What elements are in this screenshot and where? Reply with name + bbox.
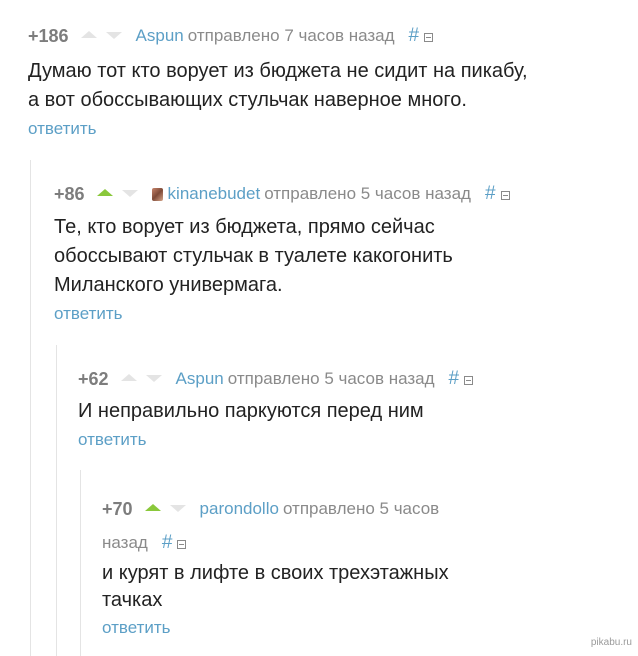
comment-timestamp: отправлено 5 часов назад	[227, 369, 435, 388]
comment: +186 Aspun отправлено 7 часов назад # Ду…	[28, 25, 628, 139]
downvote-icon[interactable]	[145, 374, 162, 382]
comment-rating: +186	[28, 25, 69, 46]
comment-body: и курят в лифте в своих трехэтажных тачк…	[102, 560, 502, 614]
comment-rating: +86	[54, 183, 85, 204]
collapse-icon[interactable]	[177, 539, 187, 549]
comment: +86 kinanebudet отправлено 5 часов назад…	[54, 183, 634, 324]
reply-link[interactable]: ответить	[28, 119, 97, 139]
reply-link[interactable]: ответить	[102, 618, 171, 638]
comment-line: и курят в лифте в своих трехэтажных	[102, 562, 449, 584]
watermark: pikabu.ru	[590, 637, 632, 648]
comment-timestamp-continued: назад	[102, 533, 148, 552]
comment: +70 parondollo отправлено 5 часов назад …	[102, 498, 502, 638]
upvote-icon[interactable]	[96, 188, 113, 196]
comment-body: Думаю тот кто ворует из бюджета не сидит…	[28, 57, 628, 115]
permalink-link[interactable]: #	[162, 532, 173, 554]
thread-line	[56, 345, 57, 656]
collapse-icon[interactable]	[464, 375, 474, 385]
upvote-icon[interactable]	[120, 373, 137, 381]
comment-line: тачках	[102, 589, 163, 611]
comment-body: И неправильно паркуются перед ним	[78, 397, 633, 426]
comment-timestamp: отправлено 5 часов	[282, 499, 440, 518]
upvote-icon[interactable]	[144, 503, 161, 511]
comment-line: Миланского универмага.	[54, 274, 283, 296]
comment-header-continued: назад #	[102, 532, 502, 554]
comment-timestamp: отправлено 5 часов назад	[264, 184, 471, 203]
comment-rating: +62	[78, 368, 109, 389]
comment: +62 Aspun отправлено 5 часов назад # И н…	[78, 368, 633, 450]
comment-author-link[interactable]: kinanebudet	[168, 184, 261, 204]
comment-header: +62 Aspun отправлено 5 часов назад #	[78, 368, 633, 390]
comment-line: Думаю тот кто ворует из бюджета не сидит…	[28, 60, 528, 82]
permalink-link[interactable]: #	[449, 368, 460, 390]
comment-line: обоссывают стульчак в туалете какогонить	[54, 245, 453, 267]
comment-timestamp: отправлено 7 часов назад	[187, 26, 395, 45]
collapse-icon[interactable]	[424, 32, 434, 42]
reply-link[interactable]: ответить	[78, 430, 147, 450]
comment-author-link[interactable]: Aspun	[176, 369, 224, 389]
comment-line: а вот обоссывающих стульчак наверное мно…	[28, 89, 467, 111]
thread-line	[30, 160, 31, 656]
permalink-link[interactable]: #	[485, 183, 496, 205]
collapse-icon[interactable]	[500, 190, 510, 200]
downvote-icon[interactable]	[121, 189, 138, 197]
downvote-icon[interactable]	[169, 504, 186, 512]
permalink-link[interactable]: #	[409, 25, 420, 47]
comment-line: И неправильно паркуются перед ним	[78, 400, 424, 422]
comment-body: Те, кто ворует из бюджета, прямо сейчас …	[54, 213, 634, 300]
comment-header: +186 Aspun отправлено 7 часов назад #	[28, 25, 628, 47]
upvote-icon[interactable]	[80, 30, 97, 38]
thread-line	[80, 470, 81, 656]
downvote-icon[interactable]	[105, 31, 122, 39]
comment-author-link[interactable]: Aspun	[136, 26, 184, 46]
reply-link[interactable]: ответить	[54, 304, 123, 324]
comment-author-link[interactable]: parondollo	[200, 499, 279, 519]
avatar	[151, 187, 163, 201]
comment-rating: +70	[102, 498, 133, 519]
comment-header: +70 parondollo отправлено 5 часов	[102, 498, 502, 520]
comment-header: +86 kinanebudet отправлено 5 часов назад…	[54, 183, 634, 205]
comment-line: Те, кто ворует из бюджета, прямо сейчас	[54, 216, 435, 238]
